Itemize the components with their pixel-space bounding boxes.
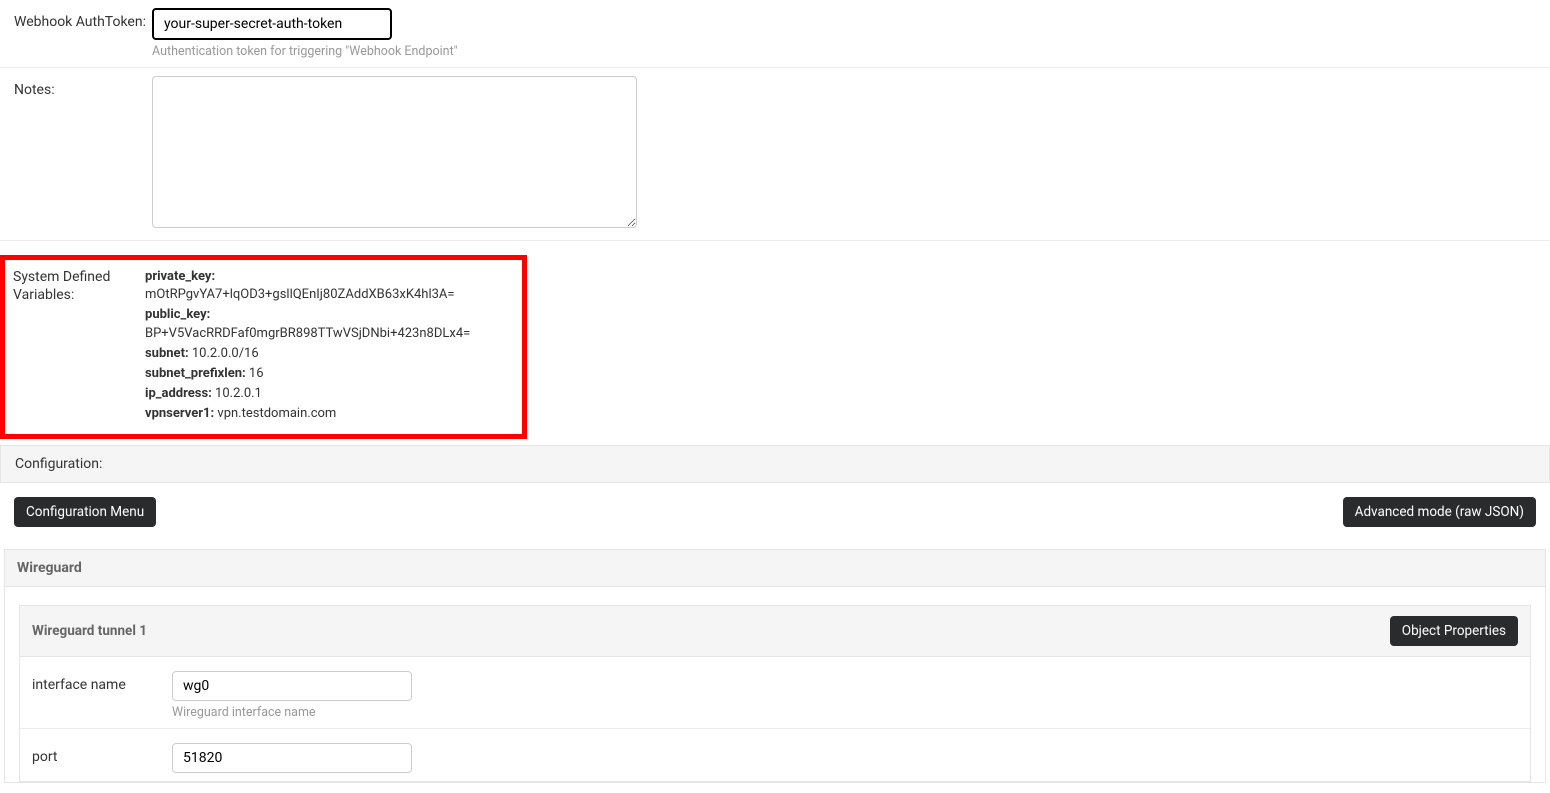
wireguard-tunnel-panel: Wireguard tunnel 1 Object Properties int… [19, 605, 1531, 782]
system-defined-variables-label: System Defined Variables: [13, 268, 145, 426]
interface-name-input[interactable] [172, 671, 412, 701]
webhook-authtoken-help: Authentication token for triggering "Web… [152, 44, 1536, 59]
wireguard-panel-title: Wireguard [5, 550, 1545, 587]
configuration-header: Configuration: [0, 445, 1550, 483]
interface-name-label: interface name [32, 671, 172, 693]
system-defined-variables-list: private_key: mOtRPgvYA7+lqOD3+gsllQEnIj8… [145, 268, 514, 426]
object-properties-button[interactable]: Object Properties [1390, 616, 1518, 646]
wireguard-panel: Wireguard Wireguard tunnel 1 Object Prop… [4, 549, 1546, 783]
notes-label: Notes: [14, 76, 152, 98]
wireguard-tunnel-title: Wireguard tunnel 1 [32, 623, 147, 639]
port-input[interactable] [172, 743, 412, 773]
webhook-authtoken-input[interactable] [152, 8, 392, 40]
interface-name-help: Wireguard interface name [172, 705, 1518, 720]
webhook-authtoken-label: Webhook AuthToken: [14, 8, 152, 30]
notes-textarea[interactable] [152, 76, 637, 228]
port-label: port [32, 743, 172, 765]
advanced-mode-button[interactable]: Advanced mode (raw JSON) [1343, 497, 1536, 527]
configuration-menu-button[interactable]: Configuration Menu [14, 497, 156, 527]
system-defined-variables-box: System Defined Variables: private_key: m… [0, 255, 527, 439]
